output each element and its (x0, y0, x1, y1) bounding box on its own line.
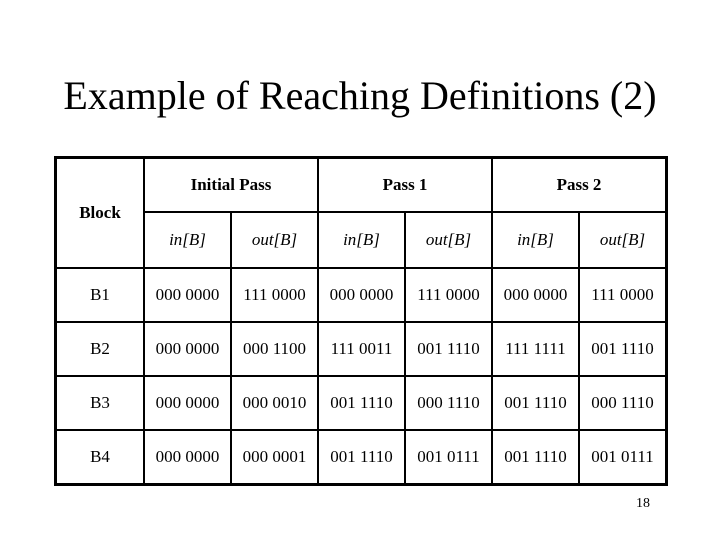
sub-header: in[B] (317, 211, 406, 269)
sub-header: out[B] (230, 211, 319, 269)
pass-header-1: Pass 1 (317, 156, 493, 213)
table-row: B1 000 0000 111 0000 000 0000 111 0000 0… (54, 267, 668, 323)
table-row: B3 000 0000 000 0010 001 1110 000 1110 0… (54, 375, 668, 431)
value-cell: 000 1110 (578, 375, 668, 431)
value-cell: 000 1100 (230, 321, 319, 377)
value-cell: 000 0000 (143, 321, 232, 377)
value-cell: 000 0010 (230, 375, 319, 431)
value-cell: 111 0000 (404, 267, 493, 323)
value-cell: 111 0000 (578, 267, 668, 323)
table-row: B4 000 0000 000 0001 001 1110 001 0111 0… (54, 429, 668, 486)
table-row: B2 000 0000 000 1100 111 0011 001 1110 1… (54, 321, 668, 377)
value-cell: 000 0000 (143, 375, 232, 431)
value-cell: 001 0111 (578, 429, 668, 486)
value-cell: 111 0000 (230, 267, 319, 323)
block-header: Block (54, 156, 145, 269)
value-cell: 000 0000 (143, 429, 232, 486)
header-row-sets: in[B] out[B] in[B] out[B] in[B] out[B] (56, 211, 668, 269)
value-cell: 001 1110 (578, 321, 668, 377)
block-cell: B2 (54, 321, 145, 377)
value-cell: 001 1110 (491, 429, 580, 486)
reaching-definitions-table: Block Initial Pass Pass 1 Pass 2 in[B] o… (54, 156, 668, 486)
value-cell: 001 1110 (317, 375, 406, 431)
value-cell: 001 1110 (491, 375, 580, 431)
value-cell: 111 1111 (491, 321, 580, 377)
header-row-passes: Block Initial Pass Pass 1 Pass 2 (54, 156, 668, 269)
slide-title: Example of Reaching Definitions (2) (63, 73, 657, 118)
value-cell: 001 1110 (404, 321, 493, 377)
sub-header: out[B] (404, 211, 493, 269)
sub-header: in[B] (491, 211, 580, 269)
value-cell: 000 0001 (230, 429, 319, 486)
value-cell: 111 0011 (317, 321, 406, 377)
value-cell: 000 0000 (317, 267, 406, 323)
value-cell: 001 0111 (404, 429, 493, 486)
sub-header: out[B] (578, 211, 668, 269)
value-cell: 000 1110 (404, 375, 493, 431)
block-cell: B4 (54, 429, 145, 486)
value-cell: 000 0000 (491, 267, 580, 323)
pass-header-initial: Initial Pass (143, 156, 319, 213)
pass-header-2: Pass 2 (491, 156, 668, 213)
value-cell: 000 0000 (143, 267, 232, 323)
sub-header: in[B] (143, 211, 232, 269)
page-number: 18 (636, 496, 650, 511)
value-cell: 001 1110 (317, 429, 406, 486)
block-cell: B1 (54, 267, 145, 323)
block-cell: B3 (54, 375, 145, 431)
